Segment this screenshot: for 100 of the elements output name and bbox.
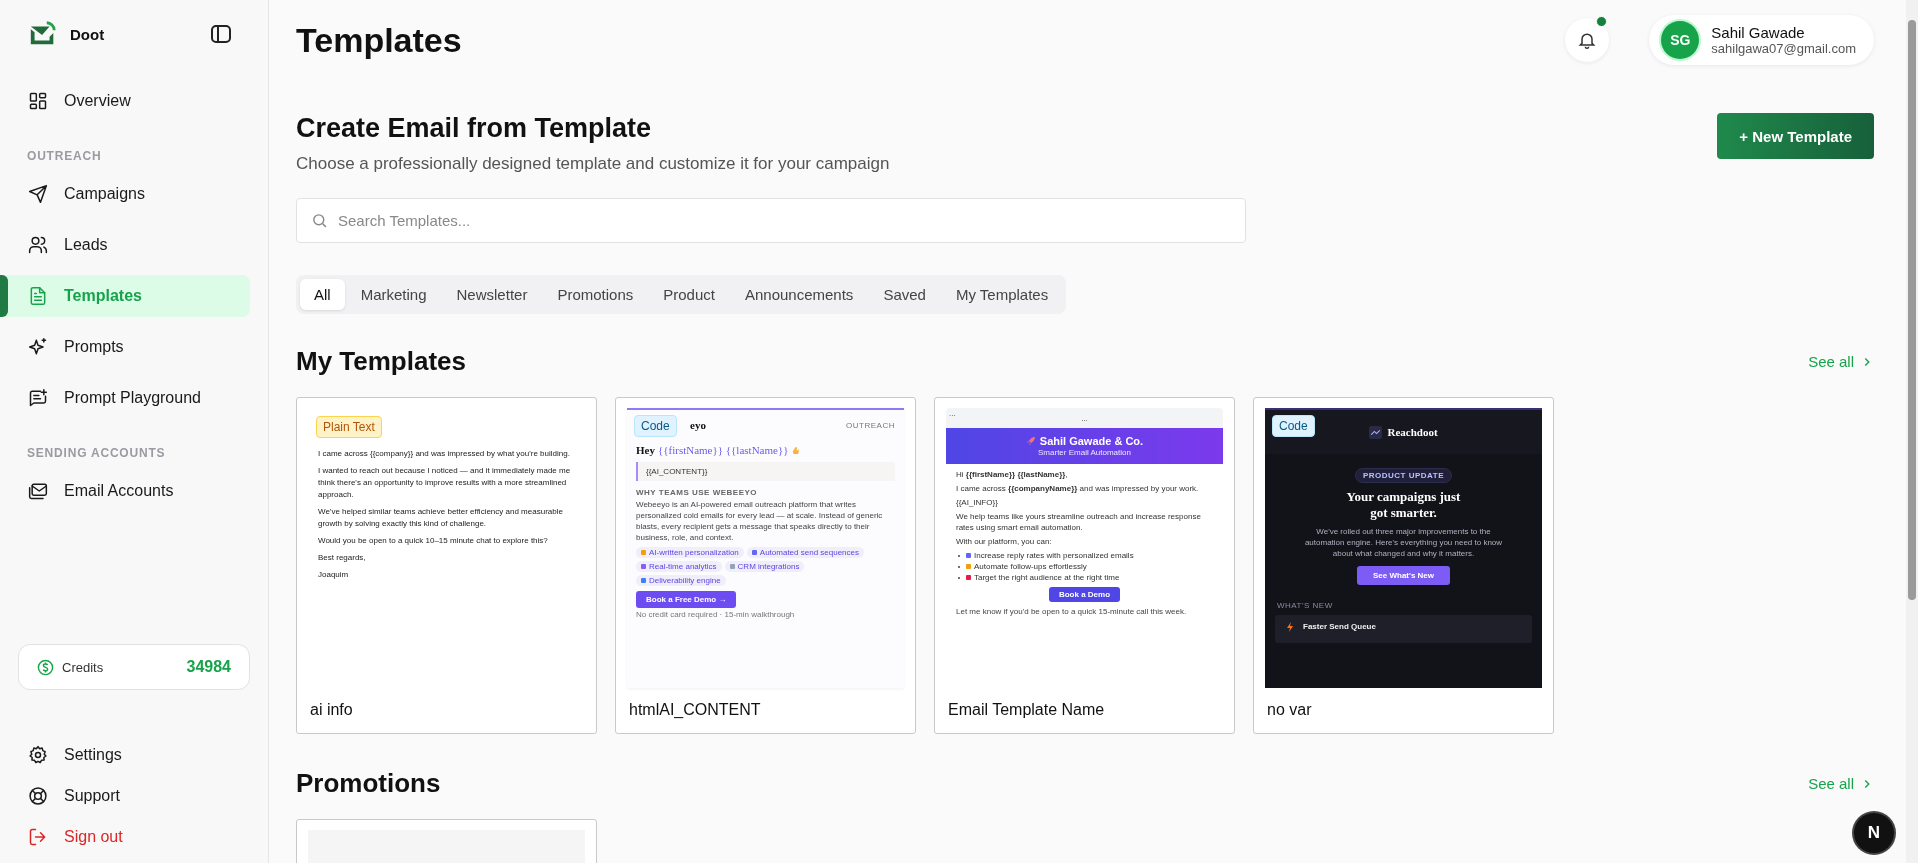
page-title: Templates [296,20,462,60]
preview-text: We help teams like yours streamline outreach and increase response rates using smart email automation. [956,511,1202,533]
sidebar-item[interactable]: Support [0,779,250,813]
preview-list-item: Target the right audience at the right time [974,573,1120,582]
section-title: Promotions [296,768,441,799]
profile-card[interactable]: SG Sahil Gawade sahilgawa07@gmail.com [1649,15,1874,65]
section-title: My Templates [296,346,466,377]
sparkle-icon [28,337,48,357]
rocket-icon [1025,436,1036,446]
preview-brand: Reachdoot [1387,426,1438,438]
document-icon [28,286,48,306]
dollar-icon [37,658,54,676]
preview-button: See What's New [1357,566,1450,585]
category-tab[interactable]: Newsletter [442,279,542,310]
preview-text: Joaquim [318,569,350,581]
app-name: Doot [70,25,106,43]
category-tab[interactable]: Saved [869,279,940,310]
preview-text: I came across {{companyName}} and was impressed by your work. [956,483,1200,494]
credits-value: 34984 [186,658,231,676]
preview-feature-title: Faster Send Queue [1303,622,1376,631]
preview-variables: {{firstName}} {{lastName}} [657,444,789,456]
preview-text: With our platform, you can: [956,536,1053,547]
sidebar-toggle-icon[interactable] [209,22,233,46]
category-tab[interactable]: All [300,279,345,310]
feature-chip: CRM integrations [724,561,805,572]
preview-text: We've helped similar teams achieve better efficiency and measurable growth by solving exactly this kind of challenge. [318,506,564,530]
nav-section-label: OUTREACH [26,148,103,165]
preview-brand: eyo [690,419,706,431]
preview-text: {{AI_INFO}} [956,497,999,508]
sidebar-item[interactable]: Overview [0,80,250,122]
template-name: no var [1266,700,1313,719]
preview-quote: {{AI_CONTENT}} [636,462,895,481]
preview-text: Hi {{firstName}} {{lastName}}, [956,469,1069,480]
preview-text: Best regards, [318,552,367,564]
feature-chip: AI-written personalization [636,547,744,558]
template-card[interactable] [934,397,1235,734]
preview-button: Book a Free Demo → [636,591,737,608]
lifebuoy-icon [28,786,48,806]
preview-list-item: Increase reply rates with personalized emails [974,551,1134,560]
preview-text: ... [1081,413,1088,423]
hand-icon [791,445,801,455]
template-type-badge: Code [1272,415,1315,437]
active-indicator [0,275,8,317]
preview-text: ... [949,409,956,418]
feature-chip: Automated send sequences [746,547,864,558]
preview-text: We've rolled out three major improvements to the automation engine. Here's everything you need to know about what changed and why it matters. [1303,526,1504,559]
settings-icon [28,745,48,765]
user-name: Sahil Gawade [1711,24,1806,41]
preview-text: Webeeyo is an AI-powered email outreach platform that writes personalized cold emails for every lead — at scale. Instead of generic blasts, every recipient gets a message that speaks directly to their business, role, and context. [636,499,884,543]
template-name: Email Template Name [947,700,1106,719]
preview-section-label: WHAT'S NEW [1277,601,1334,610]
feature-chip: Deliverability engine [636,575,726,586]
notification-button[interactable] [1565,18,1610,62]
sidebar-item[interactable]: Email Accounts [0,470,250,512]
preview-button: Book a Demo [1048,587,1121,602]
sidebar-item[interactable]: Leads [0,224,250,266]
sidebar-item[interactable]: Settings [0,738,250,772]
preview-headline: Your campaigns just got smarter. [1345,489,1462,521]
users-icon [28,235,48,255]
nav-section-label: SENDING ACCOUNTS [26,445,167,462]
search-field[interactable]: Search Templates... [296,198,1246,243]
paper-plane-icon [28,184,48,204]
sidebar-item[interactable]: Prompts [0,326,250,368]
preview-pill: PRODUCT UPDATE [1354,468,1453,483]
preview-banner-title: Sahil Gawade & Co. [1039,435,1144,447]
sidebar-item[interactable]: Campaigns [0,173,250,215]
scrollbar[interactable] [1906,0,1918,863]
section-heading: Create Email from Template [296,113,653,144]
category-tab[interactable]: Announcements [730,279,868,310]
preview-section-label: WHY TEAMS USE WEBEEYO [636,488,759,497]
category-tab[interactable]: Marketing [346,279,441,310]
sidebar-item[interactable]: Sign out [0,820,250,854]
template-card[interactable] [1253,397,1554,734]
preview-tag: OUTREACH [846,420,895,430]
category-tab[interactable]: Promotions [543,279,648,310]
grid-icon [28,91,48,111]
preview-list-item: Automate follow-ups effortlessly [974,562,1087,571]
sidebar-item[interactable]: Prompt Playground [0,377,250,419]
new-template-button[interactable]: + New Template [1717,113,1874,159]
avatar: SG [1661,21,1700,59]
template-type-badge: Code [634,415,677,437]
preview-text: I came across {{company}} and was impressed by what you're building. [318,448,571,460]
sign-out-icon [28,827,48,847]
preview-text: Would you be open to a quick 10–15 minute chat to explore this? [318,535,549,547]
chat-icon [28,388,48,408]
preview-greeting: Hey [636,444,655,456]
preview-text: I wanted to reach out because I noticed — and it immediately made me think there's an opportunity to improve results with a more streamlined approach. [318,465,572,501]
template-name: ai info [309,700,354,719]
preview-banner-subtitle: Smarter Email Automation [1038,448,1131,457]
category-tab[interactable]: My Templates [941,279,1063,310]
bell-icon [1577,30,1598,50]
template-name: htmlAI_CONTENT [628,700,762,719]
credits-label: Credits [62,659,105,675]
category-tab[interactable]: Product [649,279,729,310]
dev-tools-badge[interactable]: N [1854,813,1894,853]
preview-text: Let me know if you'd be open to a quick 15-minute call this week. [956,606,1188,617]
bolt-icon [1285,622,1295,632]
section-subtitle: Choose a professionally designed template and customize it for your campaign [296,154,890,174]
user-email: sahilgawa07@gmail.com [1711,41,1856,56]
feature-chip: Real-time analytics [636,561,722,572]
